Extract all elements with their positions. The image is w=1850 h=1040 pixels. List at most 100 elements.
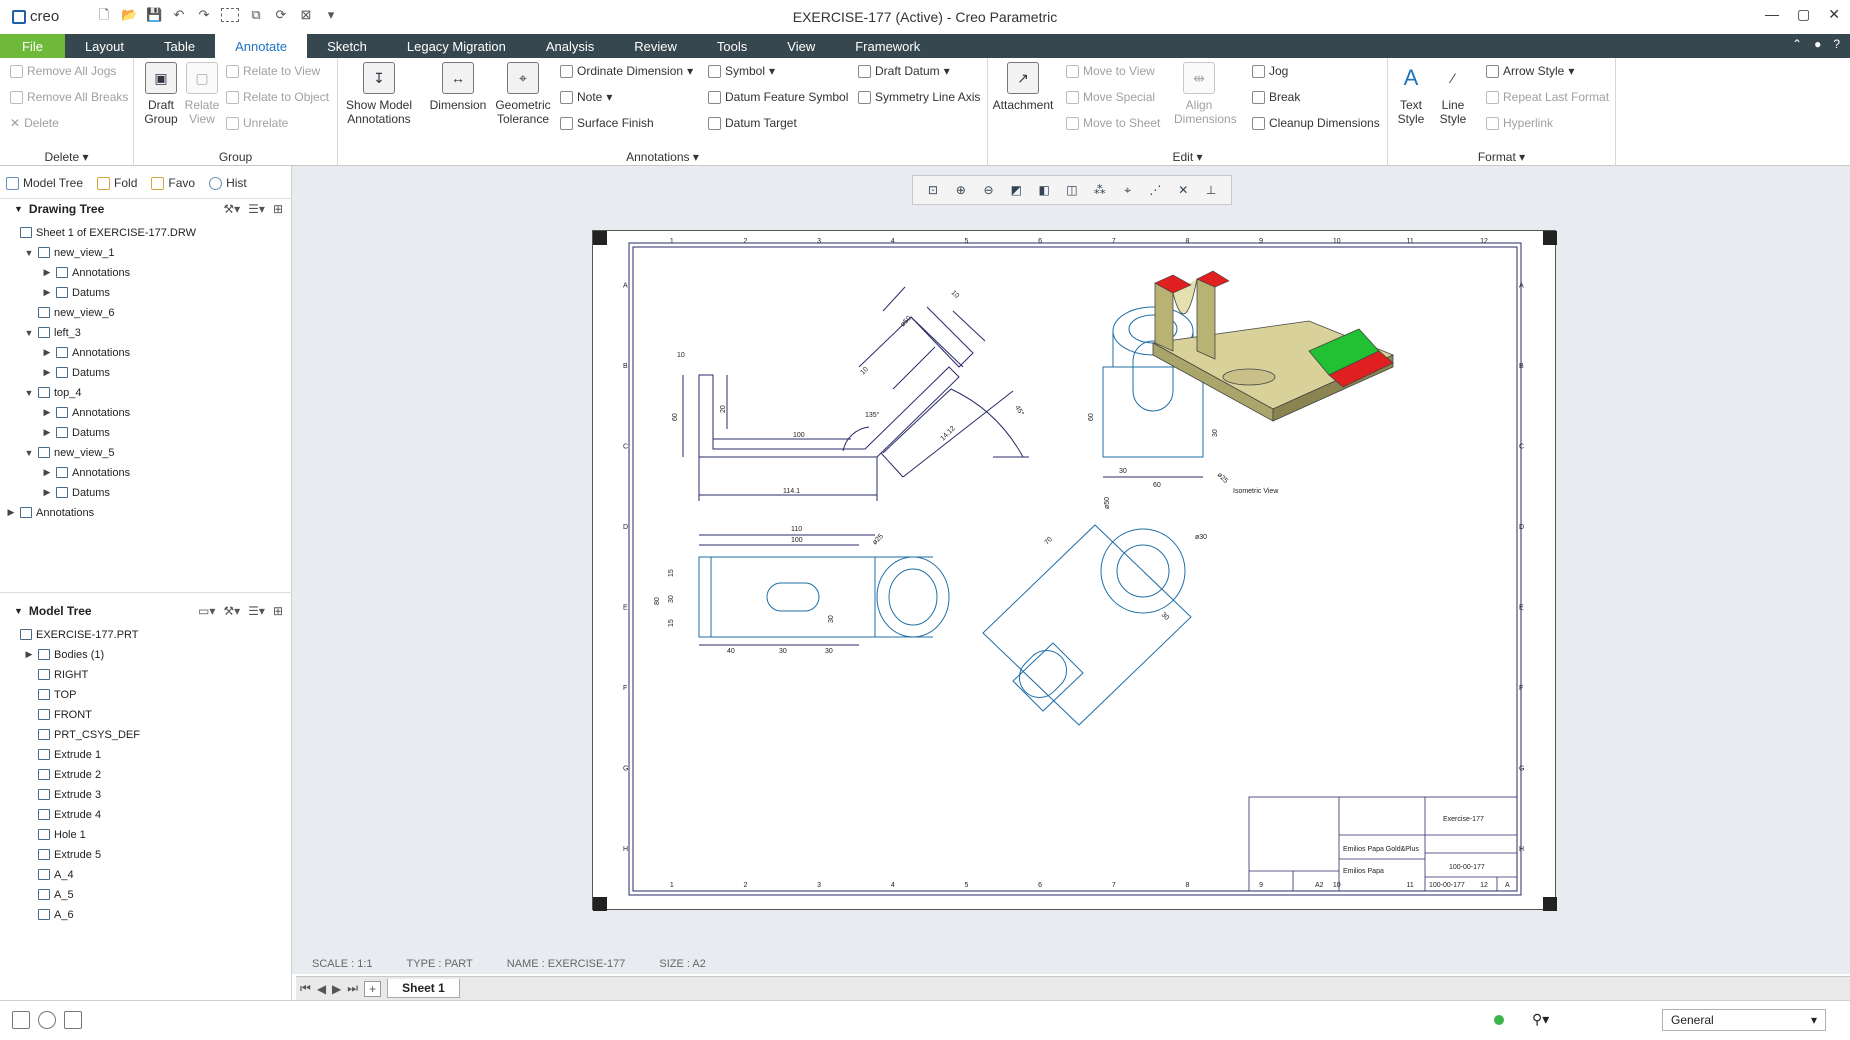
show-model-annotations-button[interactable]: ↧ Show Model Annotations — [344, 62, 414, 126]
group-delete-label[interactable]: Delete ▾ — [0, 150, 133, 164]
model-tree-row[interactable]: Extrude 2 — [24, 766, 101, 783]
expand-arrow-icon[interactable]: ▶ — [42, 407, 52, 418]
line-style-button[interactable]: ⁄ Line Style — [1432, 62, 1474, 126]
show-icon[interactable]: ▭▾ — [198, 604, 215, 618]
expand-arrow-icon[interactable]: ▼ — [24, 248, 34, 258]
group-annotations-label[interactable]: Annotations ▾ — [338, 150, 987, 164]
maximize-icon[interactable]: ▢ — [1797, 6, 1810, 23]
unrelate-button[interactable]: Unrelate — [226, 116, 288, 130]
arrow-style-button[interactable]: Arrow Style ▾ — [1486, 64, 1574, 78]
tree-columns-icon[interactable]: ☰▾ — [248, 604, 265, 618]
display-style-icon[interactable]: ◧ — [1036, 182, 1052, 198]
group-format-label[interactable]: Format ▾ — [1388, 150, 1615, 164]
selection-filter-icon[interactable]: ⚲▾ — [1532, 1011, 1549, 1028]
repeat-last-format-button[interactable]: Repeat Last Format — [1486, 90, 1609, 104]
first-sheet-icon[interactable]: ⏮ — [300, 981, 311, 996]
help-icon[interactable]: ? — [1833, 37, 1840, 51]
tab-file[interactable]: File — [0, 34, 65, 58]
move-special-button[interactable]: Move Special — [1066, 90, 1155, 104]
collapse-ribbon-icon[interactable]: ⌃ — [1792, 37, 1802, 51]
next-sheet-icon[interactable]: ▶ — [332, 982, 341, 996]
expand-arrow-icon[interactable]: ▶ — [6, 507, 16, 518]
drawing-tree-row[interactable]: ▶ Annotations — [42, 344, 131, 361]
tab-review[interactable]: Review — [614, 34, 697, 58]
drawing-tree-row[interactable]: ▶ Annotations — [42, 404, 131, 421]
tree-filter-icon[interactable]: ⊞ — [273, 604, 283, 618]
surface-finish-button[interactable]: Surface Finish — [560, 116, 654, 130]
model-tree-row[interactable]: A_5 — [24, 886, 74, 903]
expand-arrow-icon[interactable]: ▶ — [42, 427, 52, 438]
relate-to-object-button[interactable]: Relate to Object — [226, 90, 329, 104]
drawing-tree-row[interactable]: ▼ new_view_1 — [24, 244, 115, 261]
tab-layout[interactable]: Layout — [65, 34, 144, 58]
tab-view[interactable]: View — [767, 34, 835, 58]
model-tree-row[interactable]: A_4 — [24, 866, 74, 883]
expand-arrow-icon[interactable]: ▶ — [42, 467, 52, 478]
drawing-tree-row[interactable]: ▶ Datums — [42, 364, 110, 381]
move-to-sheet-button[interactable]: Move to Sheet — [1066, 116, 1160, 130]
drawing-tree-row[interactable]: ▶ Annotations — [42, 264, 131, 281]
draft-group-button[interactable]: ▣ Draft Group — [142, 62, 180, 126]
drawing-tree-row[interactable]: ▶ Datums — [42, 484, 110, 501]
expand-arrow-icon[interactable]: ▶ — [42, 347, 52, 358]
selection-filter-dropdown[interactable]: General ▾ — [1662, 1009, 1826, 1031]
zoom-in-icon[interactable]: ⊕ — [953, 182, 969, 198]
model-tree-row[interactable]: Extrude 3 — [24, 786, 101, 803]
model-tree-row[interactable]: Extrude 4 — [24, 806, 101, 823]
full-screen-icon[interactable] — [64, 1011, 82, 1029]
remove-all-breaks-button[interactable]: Remove All Breaks — [10, 90, 128, 104]
tab-tools[interactable]: Tools — [697, 34, 767, 58]
model-tree-row[interactable]: Hole 1 — [24, 826, 86, 843]
move-to-view-button[interactable]: Move to View — [1066, 64, 1155, 78]
prev-sheet-icon[interactable]: ◀ — [317, 982, 326, 996]
remove-all-jogs-button[interactable]: Remove All Jogs — [10, 64, 116, 78]
drawing-tree-row[interactable]: ▶ Annotations — [6, 504, 95, 521]
tab-table[interactable]: Table — [144, 34, 215, 58]
drawing-tree-row[interactable]: ▼ left_3 — [24, 324, 81, 341]
expand-arrow-icon[interactable]: ▼ — [24, 388, 34, 398]
expand-arrow-icon[interactable]: ▶ — [42, 487, 52, 498]
break-button[interactable]: Break — [1252, 90, 1300, 104]
relate-to-view-button[interactable]: Relate to View — [226, 64, 320, 78]
csys-display-icon[interactable]: ✕ — [1175, 182, 1191, 198]
expand-arrow-icon[interactable]: ▶ — [42, 267, 52, 278]
drawing-tree-row[interactable]: ▶ Datums — [42, 424, 110, 441]
model-tree-header[interactable]: ▼ Model Tree — [14, 604, 92, 618]
expand-arrow-icon[interactable]: ▶ — [42, 287, 52, 298]
tree-settings-icon[interactable]: ⚒▾ — [223, 604, 240, 618]
nav-tab-history[interactable]: Hist — [209, 176, 247, 190]
point-display-icon[interactable]: ⋰ — [1147, 182, 1163, 198]
align-dimensions-button[interactable]: ⇹ Align Dimensions — [1174, 62, 1237, 126]
datum-display-icon[interactable]: ⁂ — [1092, 182, 1108, 198]
last-sheet-icon[interactable]: ⏭ — [347, 981, 358, 996]
expand-arrow-icon[interactable]: ▶ — [24, 649, 34, 660]
zoom-out-icon[interactable]: ⊖ — [981, 182, 997, 198]
close-icon[interactable]: ✕ — [1828, 6, 1840, 23]
nav-tab-favorites[interactable]: Favo — [151, 176, 195, 190]
sheet-tab[interactable]: Sheet 1 — [387, 979, 460, 998]
attachment-button[interactable]: ↗ Attachment — [992, 62, 1054, 112]
model-tree-row[interactable]: Extrude 5 — [24, 846, 101, 863]
tab-annotate[interactable]: Annotate — [215, 34, 308, 58]
drawing-tree-row[interactable]: ▼ new_view_5 — [24, 444, 115, 461]
hyperlink-button[interactable]: Hyperlink — [1486, 116, 1553, 130]
drawing-tree-row[interactable]: new_view_6 — [24, 304, 115, 321]
cleanup-dimensions-button[interactable]: Cleanup Dimensions — [1252, 116, 1380, 130]
text-style-button[interactable]: A Text Style — [1390, 62, 1432, 127]
drawing-tree-row[interactable]: Sheet 1 of EXERCISE-177.DRW — [6, 224, 196, 241]
drawing-tree-row[interactable]: ▶ Annotations — [42, 464, 131, 481]
drawing-tree-row[interactable]: ▶ Datums — [42, 284, 110, 301]
model-tree-row[interactable]: A_6 — [24, 906, 74, 923]
model-tree-row[interactable]: Extrude 1 — [24, 746, 101, 763]
tree-filter-icon[interactable]: ⊞ — [273, 202, 283, 216]
ordinate-dimension-button[interactable]: Ordinate Dimension ▾ — [560, 64, 693, 78]
model-tree-row[interactable]: EXERCISE-177.PRT — [6, 626, 139, 643]
drawing-tree-header[interactable]: ▼ Drawing Tree — [14, 202, 104, 216]
nav-tab-folder[interactable]: Fold — [97, 176, 137, 190]
saved-views-icon[interactable]: ◫ — [1064, 182, 1080, 198]
symbol-button[interactable]: Symbol ▾ — [708, 64, 775, 78]
delete-button[interactable]: ✕ Delete — [10, 116, 59, 130]
relate-view-button[interactable]: ▢ Relate View — [182, 62, 222, 126]
user-icon[interactable]: ● — [1814, 37, 1821, 51]
nav-tab-model-tree[interactable]: Model Tree — [6, 176, 83, 190]
